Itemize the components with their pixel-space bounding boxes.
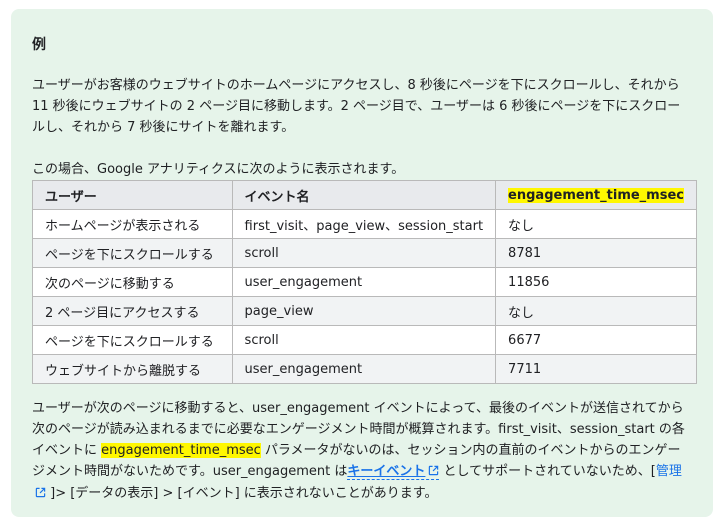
cell-time: なし: [495, 209, 697, 239]
engagement-table: ユーザー イベント名 engagement_time_msec ホームページが表…: [32, 180, 697, 384]
example-callout: 例 ユーザーがお客様のウェブサイトのホームページにアクセスし、8 秒後にページを…: [11, 9, 713, 517]
table-row: 次のページに移動する user_engagement 11856: [32, 267, 697, 297]
table-intro-paragraph: この場合、Google アナリティクスに次のように表示されます。: [32, 162, 405, 177]
cell-user: 2 ページ目にアクセスする: [32, 296, 233, 326]
cell-user: ページを下にスクロールする: [32, 238, 233, 268]
cell-time: 6677: [495, 325, 697, 355]
cell-user: 次のページに移動する: [32, 267, 233, 297]
explanation-text-3: としてサポートされていないため、[: [439, 464, 656, 479]
header-engagement-time: engagement_time_msec: [495, 180, 697, 210]
cell-event: page_view: [231, 296, 497, 326]
cell-user: ホームページが表示される: [32, 209, 233, 239]
header-event-name: イベント名: [231, 180, 497, 210]
key-event-link-label: キーイベント: [347, 464, 426, 479]
table-header-row: ユーザー イベント名 engagement_time_msec: [32, 180, 697, 210]
cell-event: scroll: [231, 238, 497, 268]
explanation-paragraph: ユーザーが次のページに移動すると、user_engagement イベントによっ…: [32, 398, 692, 505]
table-row: ページを下にスクロールする scroll 8781: [32, 238, 697, 268]
cell-event: first_visit、page_view、session_start: [231, 209, 497, 239]
scenario-paragraph: ユーザーがお客様のウェブサイトのホームページにアクセスし、8 秒後にページを下に…: [32, 78, 681, 135]
table-row: 2 ページ目にアクセスする page_view なし: [32, 296, 697, 326]
cell-time: 11856: [495, 267, 697, 297]
cell-time: 8781: [495, 238, 697, 268]
explanation-text-4: ]> [データの表示] > [イベント] に表示されないことがあります。: [46, 486, 438, 501]
cell-user: ページを下にスクロールする: [32, 325, 233, 355]
key-event-link[interactable]: キーイベント: [347, 462, 440, 483]
cell-user: ウェブサイトから離脱する: [32, 354, 233, 384]
table-row: ページを下にスクロールする scroll 6677: [32, 325, 697, 355]
external-link-icon: [35, 484, 46, 505]
cell-event: user_engagement: [231, 267, 497, 297]
cell-event: user_engagement: [231, 354, 497, 384]
callout-heading: 例: [32, 37, 46, 53]
cell-time: なし: [495, 296, 697, 326]
admin-link-label: 管理: [655, 464, 682, 479]
table-row: ホームページが表示される first_visit、page_view、sessi…: [32, 209, 697, 239]
header-user: ユーザー: [32, 180, 233, 210]
external-link-icon: [428, 462, 439, 483]
cell-event: scroll: [231, 325, 497, 355]
cell-time: 7711: [495, 354, 697, 384]
table-row: ウェブサイトから離脱する user_engagement 7711: [32, 354, 697, 384]
engagement-time-highlight: engagement_time_msec: [101, 443, 261, 458]
header-engagement-time-label: engagement_time_msec: [508, 187, 684, 203]
